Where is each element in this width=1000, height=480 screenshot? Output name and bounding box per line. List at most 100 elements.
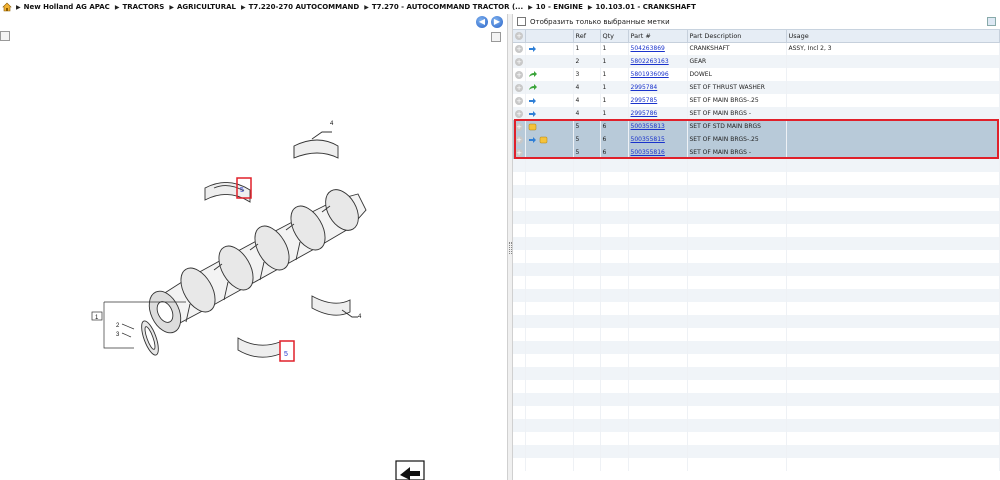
row-desc: SET OF THRUST WASHER (687, 81, 787, 94)
col-usage[interactable]: Usage (786, 30, 1000, 43)
callout-5-bottom[interactable]: 5 (284, 351, 288, 358)
callout-4-right[interactable]: 4 (358, 314, 362, 320)
part-number-link[interactable]: 5801936096 (631, 71, 669, 78)
col-desc[interactable]: Part Description (687, 30, 787, 43)
next-arrow-icon[interactable]: ▶ (491, 16, 503, 28)
table-row[interactable]: +5 6 500355813 SET OF STD MAIN BRGS (513, 120, 1000, 133)
part-number-link[interactable]: 2995784 (631, 84, 658, 91)
row-part[interactable]: 5801936096 (628, 68, 688, 81)
row-part[interactable]: 2995786 (628, 107, 688, 120)
row-icons (525, 133, 574, 146)
row-ref: 4 (573, 81, 601, 94)
bearing-shell-right[interactable] (311, 295, 358, 318)
zoom-tool-icon[interactable] (0, 31, 10, 41)
row-expand[interactable]: + (513, 55, 526, 68)
row-icons (525, 81, 574, 94)
col-qty[interactable]: Qty (600, 30, 629, 43)
part-number-link[interactable]: 2995786 (631, 110, 658, 117)
diagram-toolbar: ◀ ▶ (0, 14, 507, 42)
col-expand[interactable]: + (513, 30, 526, 43)
breadcrumb-item-tractors[interactable]: TRACTORS (115, 3, 164, 11)
callout-4-top[interactable]: 4 (330, 121, 334, 127)
row-expand[interactable]: + (513, 146, 526, 159)
export-grid-icon[interactable] (987, 17, 996, 26)
table-row[interactable]: +1 1 504263869 CRANKSHAFT ASSY, Incl 2, 3 (513, 42, 1000, 55)
arrow-green-icon (528, 83, 539, 91)
row-expand[interactable]: + (513, 42, 526, 55)
row-part[interactable]: 500355815 (628, 133, 688, 146)
fit-view-icon[interactable] (491, 32, 501, 42)
row-expand[interactable]: + (513, 81, 526, 94)
empty-row (513, 354, 1000, 367)
breadcrumb-item-model[interactable]: T7.270 - AUTOCOMMAND TRACTOR (... (364, 3, 523, 11)
breadcrumb-item-series[interactable]: T7.220-270 AUTOCOMMAND (241, 3, 360, 11)
empty-row (513, 263, 1000, 276)
callout-3[interactable]: 3 (116, 332, 120, 338)
row-expand[interactable]: + (513, 107, 526, 120)
part-number-link[interactable]: 500355813 (631, 123, 665, 130)
breadcrumb-item-crankshaft[interactable]: 10.103.01 - CRANKSHAFT (588, 3, 696, 11)
row-desc: SET OF STD MAIN BRGS (687, 120, 787, 133)
row-qty: 6 (600, 133, 629, 146)
part-number-link[interactable]: 500355816 (631, 149, 665, 156)
empty-row (513, 276, 1000, 289)
empty-row (513, 393, 1000, 406)
diagram-panel: ◀ ▶ 4 5 4 5 1 2 3 (0, 14, 507, 480)
bearing-shell-lower[interactable] (237, 337, 281, 358)
row-expand[interactable]: + (513, 133, 526, 146)
empty-row (513, 328, 1000, 341)
row-qty: 1 (600, 94, 629, 107)
table-row[interactable]: +4 1 2995786 SET OF MAIN BRGS - (513, 107, 1000, 120)
prev-arrow-icon[interactable]: ◀ (476, 16, 488, 28)
row-usage (786, 133, 1000, 146)
row-qty: 6 (600, 120, 629, 133)
callout-2[interactable]: 2 (116, 323, 120, 329)
row-part[interactable]: 5802263163 (628, 55, 688, 68)
export-icon[interactable] (395, 460, 425, 480)
row-expand[interactable]: + (513, 94, 526, 107)
row-part[interactable]: 2995784 (628, 81, 688, 94)
row-usage (786, 68, 1000, 81)
swap-blue-icon (528, 136, 539, 143)
row-expand[interactable]: + (513, 120, 526, 133)
table-row[interactable]: +4 1 2995785 SET OF MAIN BRGS-.25 (513, 94, 1000, 107)
part-number-link[interactable]: 5802263163 (631, 58, 669, 65)
home-icon[interactable] (2, 2, 12, 12)
part-number-link[interactable]: 2995785 (631, 97, 658, 104)
row-expand[interactable]: + (513, 68, 526, 81)
bearing-shell-top[interactable] (293, 131, 339, 159)
row-part[interactable]: 504263869 (628, 42, 688, 55)
crankshaft-diagram: 4 5 4 5 1 2 3 (91, 121, 425, 480)
row-part[interactable]: 500355816 (628, 146, 688, 159)
table-row[interactable]: +5 6 500355816 SET OF MAIN BRGS - (513, 146, 1000, 159)
row-icons (525, 55, 574, 68)
row-ref: 4 (573, 107, 601, 120)
empty-row (513, 458, 1000, 471)
col-icons (525, 30, 574, 43)
callout-5-top[interactable]: 5 (240, 187, 244, 194)
breadcrumb-item-engine[interactable]: 10 - ENGINE (528, 3, 583, 11)
breadcrumb: New Holland AG APAC TRACTORS AGRICULTURA… (0, 0, 1000, 14)
col-part[interactable]: Part # (628, 30, 688, 43)
part-number-link[interactable]: 500355815 (631, 136, 665, 143)
swap-blue-icon (528, 45, 539, 52)
row-part[interactable]: 500355813 (628, 120, 688, 133)
row-part[interactable]: 2995785 (628, 94, 688, 107)
table-row[interactable]: +3 1 5801936096 DOWEL (513, 68, 1000, 81)
row-qty: 1 (600, 55, 629, 68)
empty-row (513, 237, 1000, 250)
row-qty: 6 (600, 146, 629, 159)
part-number-link[interactable]: 504263869 (631, 45, 665, 52)
row-usage (786, 94, 1000, 107)
empty-row (513, 341, 1000, 354)
row-usage (786, 81, 1000, 94)
breadcrumb-item-agricultural[interactable]: AGRICULTURAL (169, 3, 236, 11)
row-icons (525, 94, 574, 107)
row-qty: 1 (600, 42, 629, 55)
table-row[interactable]: +4 1 2995784 SET OF THRUST WASHER (513, 81, 1000, 94)
table-row[interactable]: +5 6 500355815 SET OF MAIN BRGS-.25 (513, 133, 1000, 146)
breadcrumb-item-brand[interactable]: New Holland AG APAC (16, 3, 110, 11)
table-row[interactable]: +2 1 5802263163 GEAR (513, 55, 1000, 68)
show-selected-checkbox[interactable] (517, 17, 526, 26)
col-ref[interactable]: Ref (573, 30, 601, 43)
